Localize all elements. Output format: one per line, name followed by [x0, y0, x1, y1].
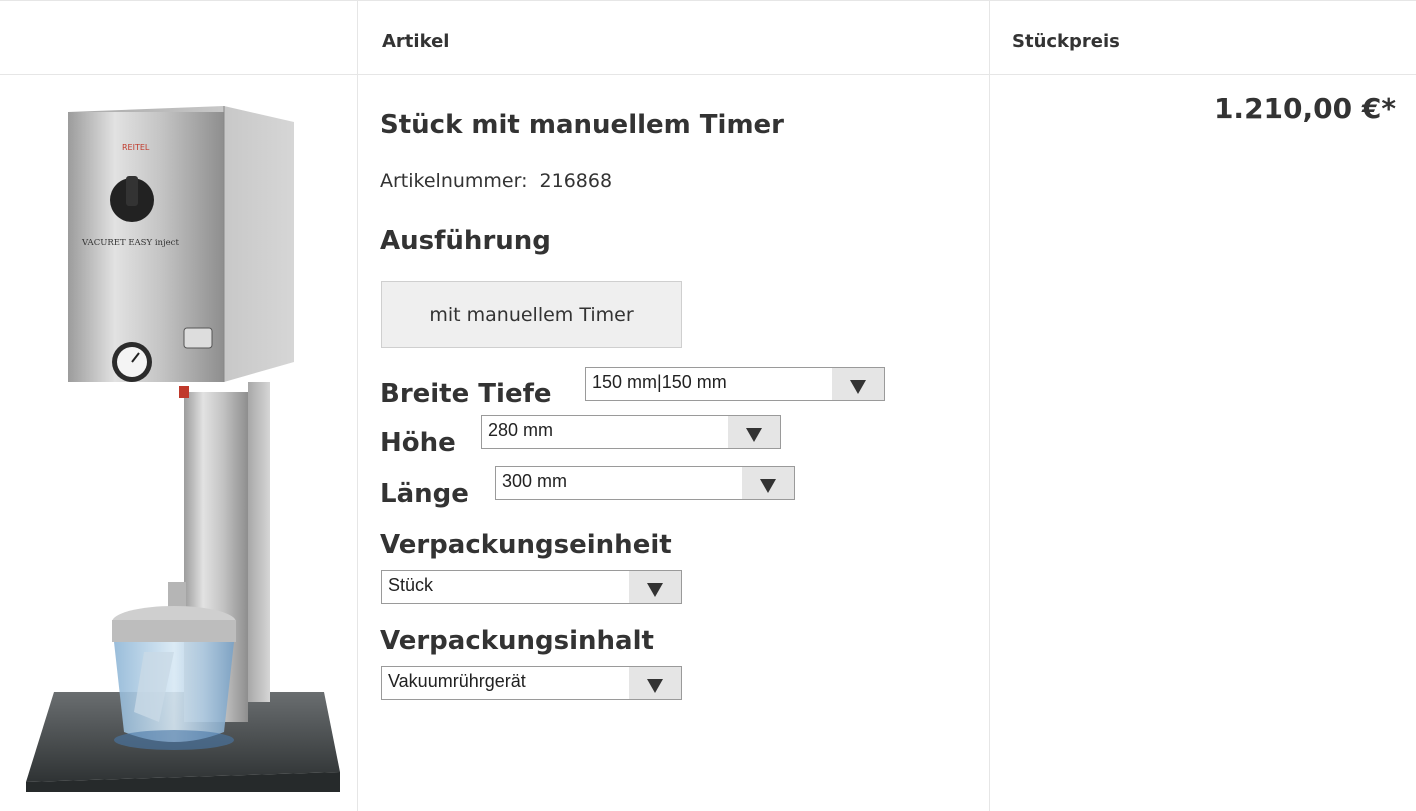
section-ausfuehrung: Ausführung	[380, 226, 551, 256]
brand-logo: REITEL	[122, 143, 150, 152]
select-verpackungsinhalt-value: Vakuumrührgerät	[388, 671, 526, 691]
header-unit-price: Stückpreis	[1012, 31, 1120, 52]
select-hoehe[interactable]: 280 mm	[481, 415, 781, 449]
label-hoehe: Höhe	[380, 428, 456, 458]
option-button-manual-timer[interactable]: mit manuellem Timer	[381, 281, 682, 348]
select-breite-tiefe[interactable]: 150 mm|150 mm	[585, 367, 885, 401]
header-article: Artikel	[382, 31, 450, 52]
product-image[interactable]: REITEL VACURET EASY inject	[24, 92, 340, 792]
chevron-down-icon	[629, 571, 681, 603]
select-hoehe-value: 280 mm	[488, 420, 554, 440]
section-verpackungseinheit: Verpackungseinheit	[380, 530, 672, 560]
chevron-down-icon	[728, 416, 780, 448]
column-divider	[989, 0, 990, 811]
unit-price: 1.210,00 €*	[1213, 92, 1396, 125]
select-laenge[interactable]: 300 mm	[495, 466, 795, 500]
label-breite-tiefe: Breite Tiefe	[380, 379, 552, 409]
article-number: Artikelnummer: 216868	[380, 170, 612, 192]
chevron-down-icon	[629, 667, 681, 699]
product-title: Stück mit manuellem Timer	[380, 110, 784, 140]
model-label: VACURET EASY inject	[81, 238, 179, 248]
cart-table: Artikel Stückpreis REITEL VACURET EASY i…	[0, 0, 1416, 811]
select-verpackungsinhalt[interactable]: Vakuumrührgerät	[381, 666, 682, 700]
article-number-label: Artikelnummer:	[380, 170, 528, 192]
select-laenge-value: 300 mm	[502, 471, 568, 491]
select-breite-tiefe-value: 150 mm|150 mm	[592, 372, 727, 392]
section-verpackungsinhalt: Verpackungsinhalt	[380, 626, 654, 656]
select-verpackungseinheit-value: Stück	[388, 575, 434, 595]
article-number-value: 216868	[539, 170, 613, 192]
chevron-down-icon	[832, 368, 884, 400]
chevron-down-icon	[742, 467, 794, 499]
label-laenge: Länge	[380, 479, 469, 509]
table-header: Artikel Stückpreis	[0, 0, 1416, 75]
select-verpackungseinheit[interactable]: Stück	[381, 570, 682, 604]
column-divider	[357, 0, 358, 811]
